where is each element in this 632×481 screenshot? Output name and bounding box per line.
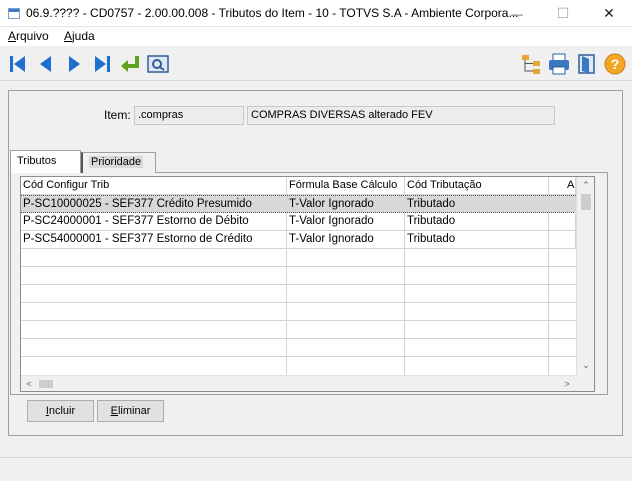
remove-mnemonic: E (110, 405, 118, 417)
cell-cod-configur: P-SC24000001 - SEF377 Estorno de Débito (21, 213, 287, 231)
table-row[interactable]: P-SC24000001 - SEF377 Estorno de Débito … (21, 213, 576, 231)
include-button[interactable]: Incluir (27, 400, 94, 422)
item-label: Item: (104, 108, 131, 122)
cell-cod-tributacao: Tributado (405, 196, 549, 214)
remove-label: liminar (117, 405, 151, 417)
cell-cod-tributacao: Tributado (405, 213, 549, 231)
previous-record-icon[interactable] (34, 52, 58, 76)
tab-prioridade[interactable]: Prioridade (81, 152, 156, 173)
menu-ajuda-mnemonic: A (64, 29, 73, 43)
empty-row (21, 339, 576, 357)
empty-row (21, 249, 576, 267)
column-header-formula[interactable]: Fórmula Base Cálculo (287, 177, 405, 195)
vertical-scrollbar[interactable]: ⌃ ⌄ (576, 177, 594, 375)
menu-ajuda-label: juda (72, 29, 95, 43)
zoom-icon[interactable] (146, 52, 170, 76)
next-record-icon[interactable] (62, 52, 86, 76)
title-bar: 06.9.???? - CD0757 - 2.00.00.008 - Tribu… (0, 0, 632, 27)
cell-al (549, 213, 576, 231)
status-bar (0, 457, 632, 481)
exit-icon[interactable] (575, 52, 599, 76)
menu-ajuda[interactable]: Ajuda (64, 29, 95, 43)
scrollbar-corner (576, 375, 594, 391)
table-row[interactable]: P-SC54000001 - SEF377 Estorno de Crédito… (21, 231, 576, 249)
cell-formula: T-Valor Ignorado (287, 213, 405, 231)
item-code-field: .compras (134, 106, 244, 125)
menu-bar: Arquivo Ajuda (0, 27, 632, 46)
tributos-grid[interactable]: Cód Configur Trib Fórmula Base Cálculo C… (20, 176, 595, 392)
last-record-icon[interactable] (90, 52, 114, 76)
cell-al (549, 231, 576, 249)
empty-row (21, 267, 576, 285)
cell-cod-configur: P-SC10000025 - SEF377 Crédito Presumido (21, 196, 287, 214)
cell-cod-configur: P-SC54000001 - SEF377 Estorno de Crédito (21, 231, 287, 249)
tree-icon[interactable] (519, 52, 543, 76)
include-label: ncluir (48, 405, 76, 417)
column-header-al[interactable]: Al (549, 177, 576, 195)
cell-al (549, 196, 576, 214)
toolbar: ? (0, 47, 632, 81)
scroll-right-arrow-icon[interactable]: > (559, 376, 575, 391)
column-header-cod-configur[interactable]: Cód Configur Trib (21, 177, 287, 195)
menu-arquivo[interactable]: Arquivo (8, 29, 49, 43)
help-glyph: ? (611, 56, 620, 72)
empty-row (21, 321, 576, 339)
cell-formula: T-Valor Ignorado (287, 231, 405, 249)
maximize-button[interactable]: ☐ (540, 0, 586, 26)
menu-arquivo-mnemonic: A (8, 29, 17, 43)
close-button[interactable]: ✕ (586, 0, 632, 26)
horizontal-scrollbar[interactable]: < > (21, 375, 576, 391)
scroll-up-arrow-icon[interactable]: ⌃ (578, 177, 594, 193)
remove-button[interactable]: Eliminar (97, 400, 164, 422)
cell-cod-tributacao: Tributado (405, 231, 549, 249)
maximize-icon: ☐ (556, 5, 570, 21)
minimize-icon: — (511, 7, 523, 21)
print-icon[interactable] (547, 52, 571, 76)
menu-arquivo-label: rquivo (16, 29, 49, 43)
scroll-left-arrow-icon[interactable]: < (21, 376, 37, 391)
window-title: 06.9.???? - CD0757 - 2.00.00.008 - Tribu… (26, 6, 519, 20)
tab-tributos[interactable]: Tributos (10, 150, 81, 173)
empty-row (21, 303, 576, 321)
vertical-scroll-thumb[interactable] (581, 194, 591, 210)
table-row[interactable]: P-SC10000025 - SEF377 Crédito Presumido … (21, 195, 576, 214)
close-icon: ✕ (603, 5, 615, 21)
tab-tributos-label: Tributos (17, 155, 57, 167)
app-window-icon (8, 8, 20, 19)
column-header-cod-tributacao[interactable]: Cód Tributação (405, 177, 549, 195)
horizontal-scroll-thumb[interactable] (39, 380, 53, 388)
minimize-button[interactable]: — (494, 0, 540, 26)
empty-row (21, 285, 576, 303)
tab-prioridade-label: Prioridade (89, 156, 144, 168)
help-icon[interactable]: ? (603, 52, 627, 76)
return-icon[interactable] (118, 52, 142, 76)
first-record-icon[interactable] (6, 52, 30, 76)
item-description-field: COMPRAS DIVERSAS alterado FEV (247, 106, 555, 125)
cell-formula: T-Valor Ignorado (287, 196, 405, 214)
scroll-down-arrow-icon[interactable]: ⌄ (578, 357, 594, 373)
empty-row (21, 357, 576, 375)
